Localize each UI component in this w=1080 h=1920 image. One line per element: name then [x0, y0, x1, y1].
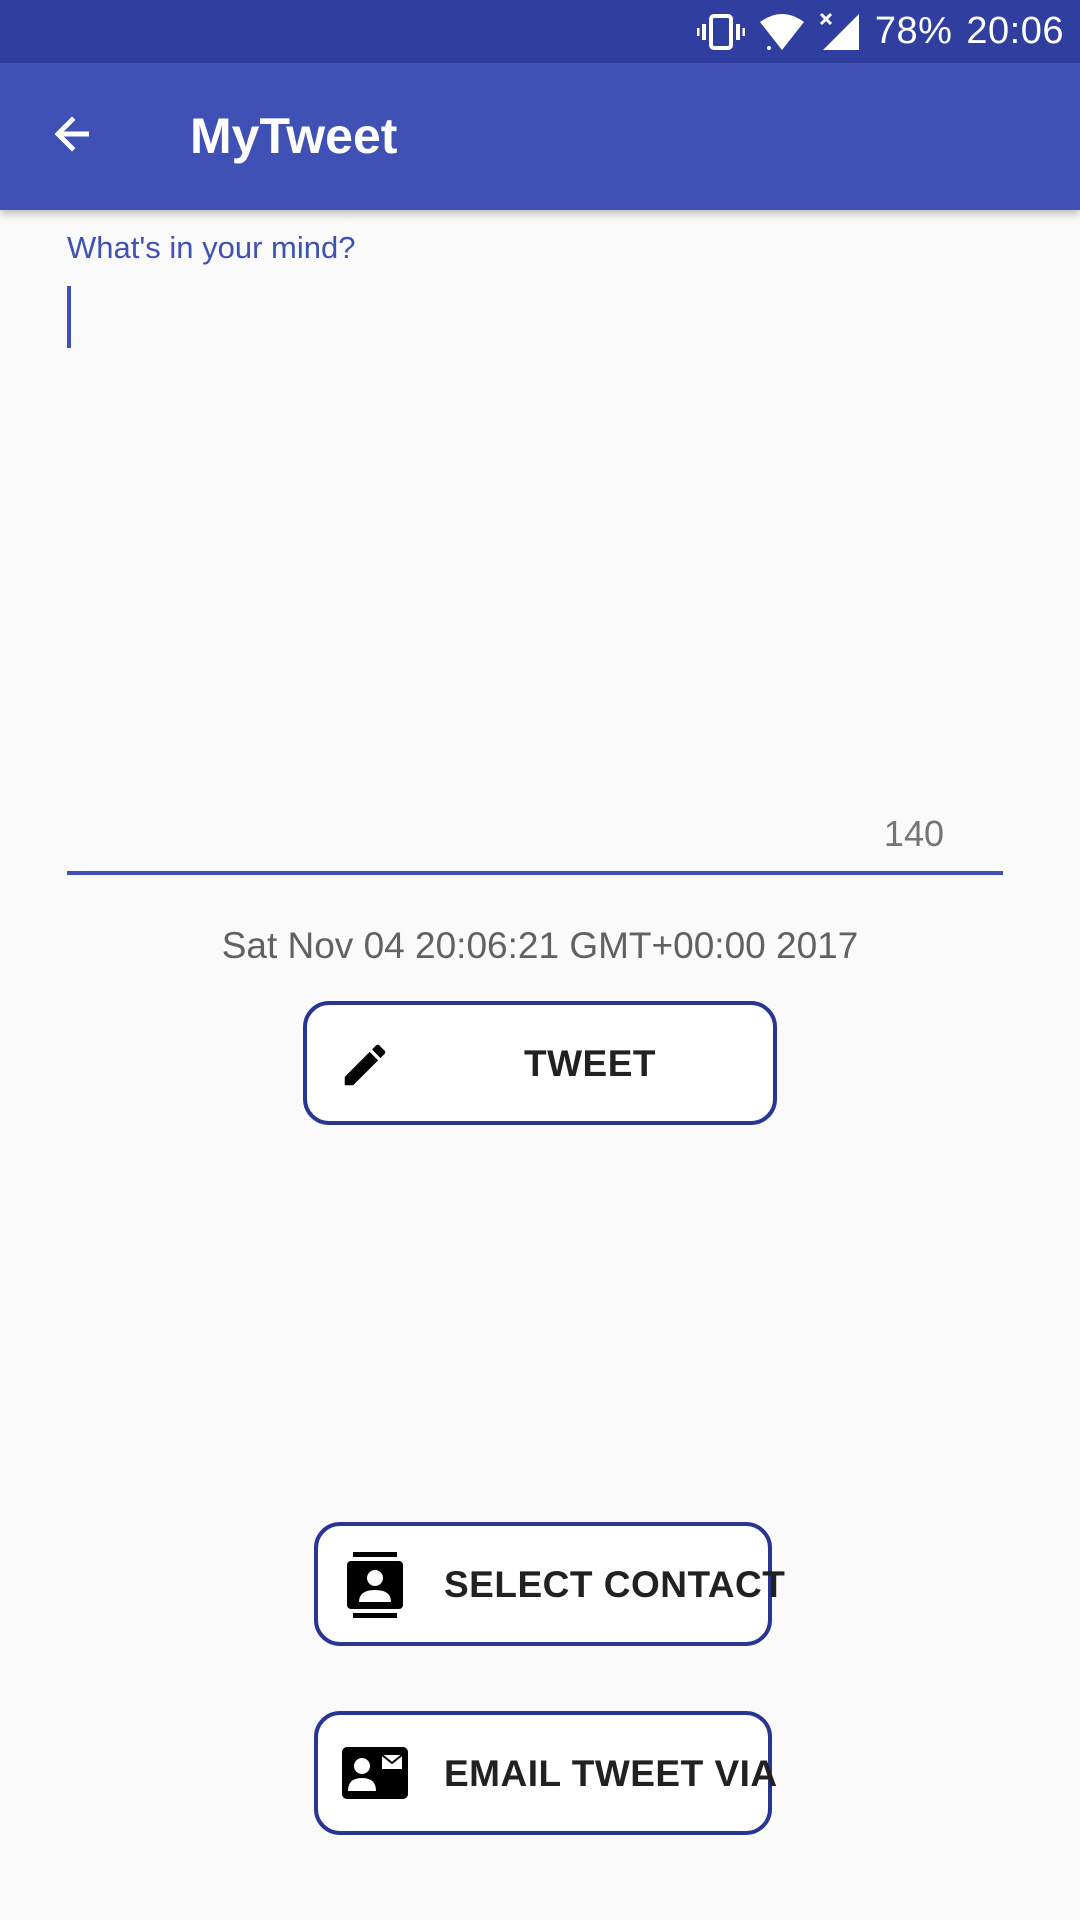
app-title: MyTweet — [190, 108, 398, 164]
email-tweet-button[interactable]: EMAIL TWEET VIA — [314, 1711, 777, 1835]
text-cursor — [67, 286, 71, 348]
tweet-input-underline — [67, 871, 1003, 875]
tweet-button[interactable]: TWEET — [303, 1001, 777, 1125]
status-icons: 78% 20:06 — [696, 0, 1064, 63]
tweet-button-label: TWEET — [524, 1043, 656, 1084]
contact-icon — [344, 1552, 406, 1618]
status-bar: 78% 20:06 — [0, 0, 1080, 63]
tweet-field-label: What's in your mind? — [67, 230, 356, 265]
character-counter: 140 — [883, 813, 944, 854]
contact-mail-icon — [342, 1747, 408, 1799]
clock: 20:06 — [966, 10, 1064, 52]
email-tweet-label: EMAIL TWEET VIA — [444, 1753, 778, 1794]
vibrate-icon — [696, 12, 745, 52]
back-button[interactable] — [38, 101, 108, 171]
select-contact-label: SELECT CONTACT — [444, 1564, 786, 1605]
battery-percent: 78% — [874, 10, 953, 52]
select-contact-button[interactable]: SELECT CONTACT — [314, 1522, 785, 1646]
tweet-timestamp: Sat Nov 04 20:06:21 GMT+00:00 2017 — [221, 925, 859, 966]
wifi-icon — [759, 12, 805, 52]
arrow-back-icon — [49, 110, 97, 163]
app-bar: MyTweet — [0, 63, 1080, 210]
tweet-input[interactable] — [67, 280, 1003, 870]
cell-signal-icon — [819, 12, 861, 52]
